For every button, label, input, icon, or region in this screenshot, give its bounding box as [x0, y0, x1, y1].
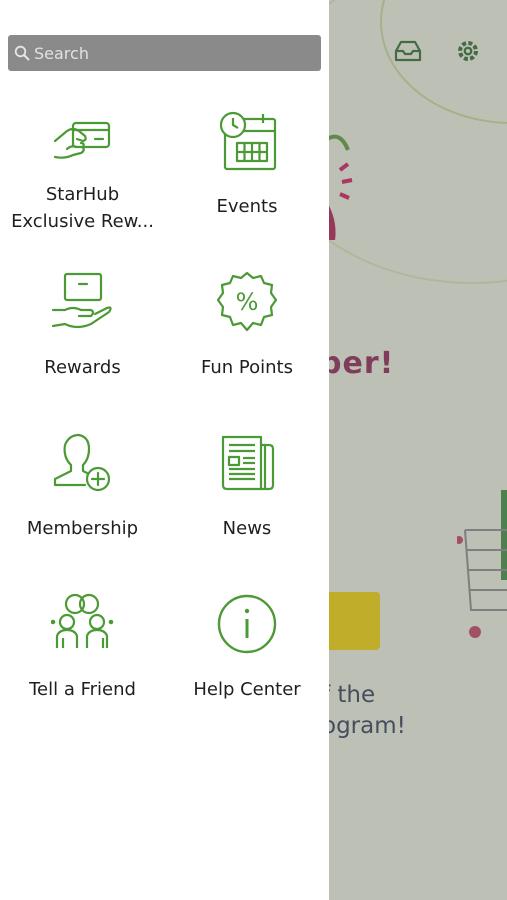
menu-item-label: Fun Points [201, 357, 293, 378]
menu-item-fun-points[interactable]: % Fun Points [165, 266, 329, 427]
menu-item-membership[interactable]: Membership [0, 427, 165, 588]
menu-item-rewards[interactable]: Rewards [0, 266, 165, 427]
svg-text:%: % [236, 288, 259, 316]
menu-item-starhub-exclusive-rewards[interactable]: StarHub Exclusive Rew... [0, 105, 165, 266]
menu-item-label: Rewards [44, 357, 121, 378]
menu-item-news[interactable]: News [165, 427, 329, 588]
newspaper-icon [221, 435, 275, 491]
info-circle-icon [217, 594, 277, 654]
calendar-clock-icon [219, 111, 277, 171]
menu-grid: StarHub Exclusive Rew... Events Rewards … [0, 105, 329, 749]
menu-item-label: Events [216, 196, 278, 217]
search-bar[interactable] [8, 35, 321, 71]
search-input[interactable] [34, 43, 321, 63]
menu-item-tell-a-friend[interactable]: Tell a Friend [0, 588, 165, 749]
menu-item-label: Help Center [193, 679, 301, 700]
menu-item-label: Membership [26, 518, 139, 539]
navigation-drawer: StarHub Exclusive Rew... Events [0, 0, 329, 900]
search-icon [14, 45, 30, 61]
user-add-icon [53, 433, 110, 492]
menu-item-label: StarHub Exclusive Rew... [11, 184, 154, 232]
friends-group-icon [50, 593, 113, 648]
menu-item-events[interactable]: Events [165, 105, 329, 266]
menu-item-help-center[interactable]: Help Center [165, 588, 329, 749]
credit-card-hand-icon [53, 121, 110, 159]
menu-item-label: News [222, 518, 272, 539]
menu-item-label: Tell a Friend [29, 679, 136, 700]
percent-badge-icon: % [216, 271, 278, 332]
gift-hand-icon [51, 272, 112, 329]
